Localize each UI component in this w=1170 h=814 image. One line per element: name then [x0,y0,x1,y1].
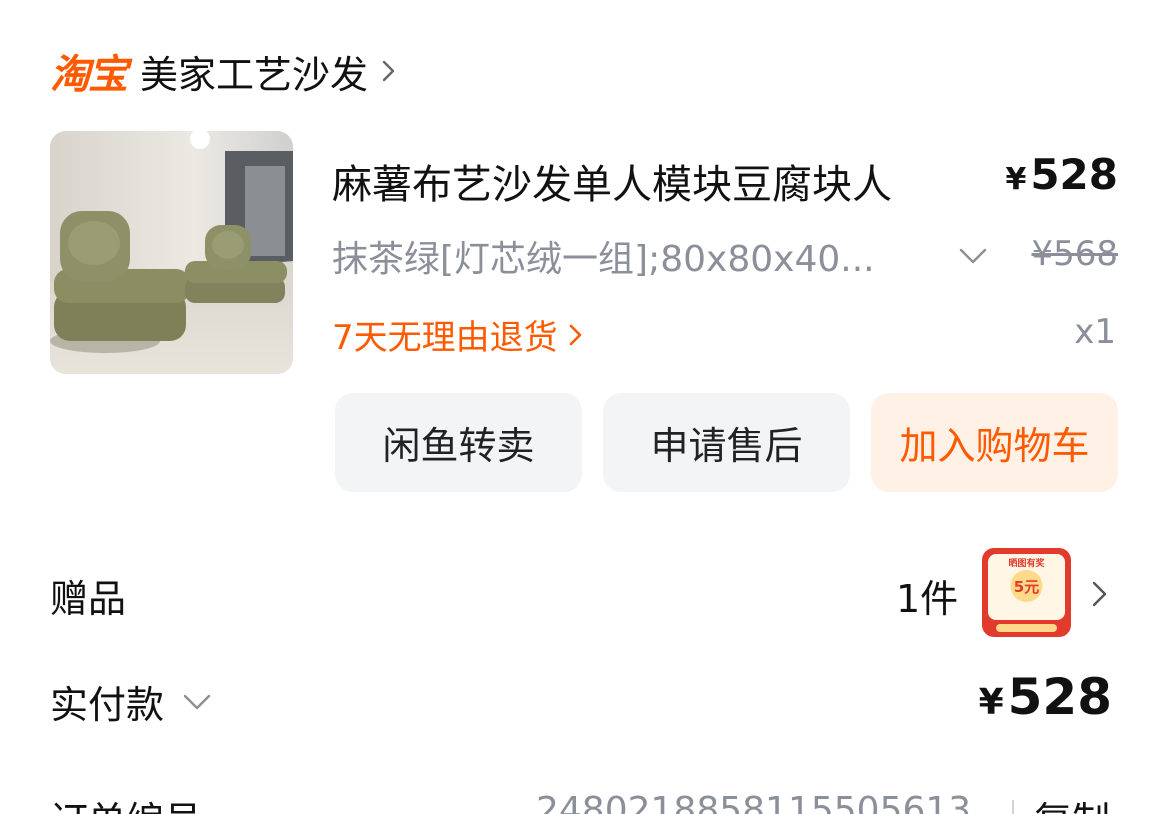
chevron-down-icon [183,694,211,709]
paid-amount-toggle[interactable]: 实付款 [50,674,212,729]
paid-label: 实付款 [50,683,165,727]
chevron-right-icon[interactable] [1090,578,1110,610]
chevron-down-icon[interactable] [958,244,988,268]
price-currency: ¥ [1005,162,1027,197]
paid-amount: ¥528 [979,668,1112,726]
gift-count: 1件 [896,577,959,621]
order-number: 2480218858115505613 [536,790,972,814]
gift-label: 赠品 [50,577,127,621]
copy-button[interactable]: 复制 [1034,790,1110,814]
paid-currency: ¥ [978,682,1004,723]
coupon-value-text: 5元 [1014,578,1039,596]
return-policy-label: 7天无理由退货 [332,318,558,358]
add-to-cart-button[interactable]: 加入购物车 [871,393,1118,492]
resell-button[interactable]: 闲鱼转卖 [335,393,582,492]
paid-value: 528 [1007,668,1112,726]
divider [1012,800,1014,814]
chevron-right-icon [569,324,581,345]
sku-spec[interactable]: 抹茶绿[灯芯绒一组];80x80x40... [332,230,932,282]
gift-coupon-image[interactable]: 晒图有奖 5元 [982,548,1071,637]
shop-header[interactable]: 淘宝 美家工艺沙发 [50,44,400,98]
coupon-top-text: 晒图有奖 [1008,557,1045,569]
product-image[interactable] [50,131,293,374]
quantity: x1 [1074,312,1116,352]
order-number-label: 订单编号 [50,790,202,814]
unit-price: ¥528 [1005,150,1118,199]
return-policy[interactable]: 7天无理由退货 [332,310,586,359]
price-value: 528 [1030,150,1118,199]
sofa-photo [50,131,293,374]
after-sale-button[interactable]: 申请售后 [603,393,850,492]
taobao-logo: 淘宝 [50,52,128,98]
original-price: ¥568 [1031,234,1118,274]
product-title[interactable]: 麻薯布艺沙发单人模块豆腐块人 [332,152,892,210]
chevron-right-icon [382,60,395,82]
shop-name: 美家工艺沙发 [140,52,369,97]
